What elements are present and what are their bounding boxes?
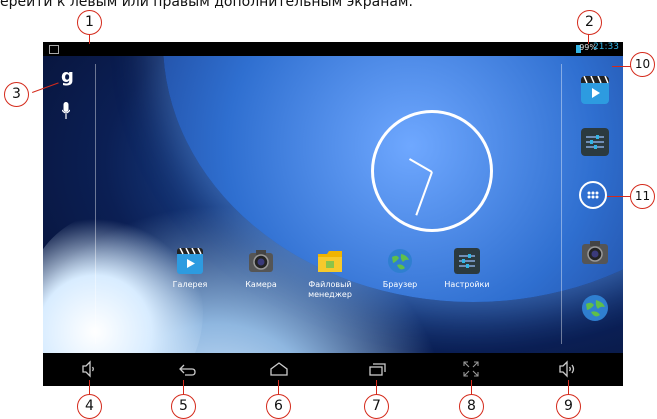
- callout-8: 8: [459, 394, 484, 419]
- app-label: Файловый менеджер: [308, 280, 352, 299]
- app-label: Настройки: [444, 280, 490, 289]
- app-file-manager[interactable]: Файловый менеджер: [295, 248, 365, 300]
- left-screen-divider: [95, 64, 96, 344]
- google-search-icon[interactable]: g: [61, 66, 74, 87]
- app-label: Галерея: [172, 280, 208, 289]
- analog-clock-widget[interactable]: [371, 110, 493, 232]
- instruction-caption: ерейти к левым или правым дополнительным…: [0, 0, 413, 10]
- dock-gallery-icon[interactable]: [581, 76, 609, 104]
- notification-icon: [49, 45, 59, 54]
- back-icon[interactable]: [177, 360, 197, 378]
- callout-line-2: [588, 34, 590, 44]
- status-bar[interactable]: 99% 21:33: [43, 42, 623, 56]
- status-time: 21:33: [593, 42, 619, 52]
- clock-minute-hand: [415, 171, 433, 216]
- callout-3: 3: [4, 82, 29, 107]
- app-label: Браузер: [382, 280, 418, 289]
- callout-6: 6: [266, 394, 291, 419]
- app-label: Камера: [245, 280, 277, 289]
- dock-browser-icon[interactable]: [581, 294, 609, 322]
- dock-settings-icon[interactable]: [581, 128, 609, 156]
- home-icon[interactable]: [269, 360, 289, 378]
- right-screen-divider: [561, 64, 562, 344]
- app-settings[interactable]: Настройки: [432, 248, 502, 290]
- globe-icon: [388, 249, 412, 273]
- folder-icon: [318, 251, 342, 272]
- app-gallery[interactable]: Галерея: [155, 247, 225, 290]
- callout-line-1: [89, 34, 91, 44]
- all-apps-button[interactable]: [579, 181, 607, 209]
- clock-hour-hand: [408, 158, 433, 173]
- callout-11: 11: [630, 184, 655, 209]
- navigation-bar: [43, 353, 623, 386]
- callout-line-11: [607, 196, 632, 198]
- callout-7: 7: [364, 394, 389, 419]
- callout-4: 4: [77, 394, 102, 419]
- camera-icon: [249, 250, 273, 272]
- app-camera[interactable]: Камера: [226, 248, 296, 290]
- gallery-icon: [177, 247, 203, 274]
- volume-up-icon[interactable]: [557, 360, 577, 378]
- tablet-home-screen: 99% 21:33 g Галерея Камера Файловый мене…: [43, 42, 623, 386]
- settings-icon: [454, 248, 480, 274]
- app-browser[interactable]: Браузер: [365, 248, 435, 290]
- dock-camera-icon[interactable]: [581, 238, 609, 266]
- voice-search-icon[interactable]: [62, 102, 70, 120]
- fullscreen-icon[interactable]: [461, 360, 481, 378]
- recent-apps-icon[interactable]: [367, 360, 387, 378]
- callout-9: 9: [556, 394, 581, 419]
- apps-grid-icon: [587, 191, 599, 199]
- callout-5: 5: [171, 394, 196, 419]
- callout-1: 1: [77, 10, 102, 35]
- callout-10: 10: [630, 52, 655, 77]
- volume-down-icon[interactable]: [79, 360, 99, 378]
- callout-2: 2: [577, 10, 602, 35]
